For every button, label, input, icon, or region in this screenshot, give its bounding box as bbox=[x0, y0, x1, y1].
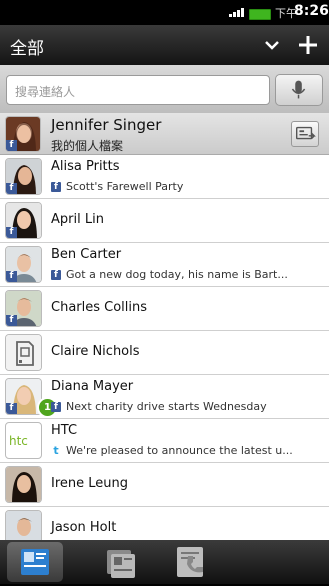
contact-list[interactable]: f Jennifer Singer 我的個人檔案 f Alisa Pritts … bbox=[0, 113, 329, 540]
twitter-icon: t bbox=[53, 443, 59, 457]
contact-row[interactable]: Irene Leung bbox=[0, 463, 329, 507]
search-bar: 搜尋連絡人 bbox=[0, 65, 329, 113]
contact-name: HTC bbox=[51, 423, 78, 438]
contact-name: Ben Carter bbox=[51, 247, 122, 262]
facebook-icon: f bbox=[6, 271, 17, 282]
contact-status: t We're pleased to announce the latest u… bbox=[51, 443, 293, 457]
contact-row[interactable]: Claire Nichols bbox=[0, 331, 329, 375]
status-time: 8:26 bbox=[294, 3, 329, 19]
contact-name: Claire Nichols bbox=[51, 344, 140, 359]
call-history-icon bbox=[177, 547, 203, 577]
htc-logo: htc bbox=[9, 434, 28, 448]
avatar: f bbox=[5, 116, 41, 152]
contact-row[interactable]: Jason Holt bbox=[0, 507, 329, 540]
contact-name: Diana Mayer bbox=[51, 379, 134, 394]
my-profile-subtitle: 我的個人檔案 bbox=[51, 139, 124, 153]
avatar: htc bbox=[5, 422, 42, 459]
facebook-icon: f bbox=[6, 183, 17, 194]
tab-call-history[interactable] bbox=[163, 542, 219, 582]
chevron-down-icon[interactable] bbox=[263, 36, 281, 54]
tab-groups[interactable] bbox=[92, 542, 148, 582]
avatar bbox=[5, 334, 42, 371]
title-bar: 全部 bbox=[0, 25, 329, 65]
people-icon bbox=[21, 549, 49, 575]
facebook-icon: f bbox=[6, 140, 17, 151]
contact-row[interactable]: f Ben Carter f Got a new dog today, his … bbox=[0, 243, 329, 287]
contact-status: f Next charity drive starts Wednesday bbox=[51, 400, 267, 413]
facebook-icon: f bbox=[6, 227, 17, 238]
contact-status-text: Got a new dog today, his name is Bart... bbox=[66, 268, 288, 281]
microphone-icon bbox=[291, 80, 306, 99]
avatar: f bbox=[5, 290, 42, 327]
avatar: f bbox=[5, 202, 42, 239]
page-title: 全部 bbox=[10, 39, 44, 59]
contact-status: f Got a new dog today, his name is Bart.… bbox=[51, 268, 288, 281]
search-input[interactable]: 搜尋連絡人 bbox=[6, 75, 270, 105]
my-profile-name: Jennifer Singer bbox=[51, 116, 162, 134]
avatar: f bbox=[5, 246, 42, 283]
groups-icon bbox=[107, 550, 135, 578]
contact-row[interactable]: f 1 Diana Mayer f Next charity drive sta… bbox=[0, 375, 329, 419]
contact-name: Jason Holt bbox=[51, 520, 117, 535]
status-bar: 下午 8:26 bbox=[0, 0, 329, 25]
facebook-icon: f bbox=[51, 181, 61, 192]
contact-status-text: Scott's Farewell Party bbox=[66, 180, 184, 193]
contact-row[interactable]: htc HTC t We're pleased to announce the … bbox=[0, 419, 329, 463]
avatar: f bbox=[5, 158, 42, 195]
contact-status-text: We're pleased to announce the latest u..… bbox=[66, 444, 293, 457]
contact-name: Alisa Pritts bbox=[51, 159, 120, 174]
contact-status-text: Next charity drive starts Wednesday bbox=[66, 400, 267, 413]
contact-row[interactable]: f April Lin bbox=[0, 199, 329, 243]
contact-status: f Scott's Farewell Party bbox=[51, 180, 183, 193]
contact-name: April Lin bbox=[51, 212, 104, 227]
contact-row[interactable]: f Alisa Pritts f Scott's Farewell Party bbox=[0, 155, 329, 199]
sim-card-icon bbox=[6, 335, 41, 370]
facebook-icon: f bbox=[51, 401, 61, 412]
facebook-icon: f bbox=[6, 403, 17, 414]
tab-people[interactable] bbox=[7, 542, 63, 582]
signal-icon bbox=[229, 8, 244, 17]
send-card-button[interactable] bbox=[291, 121, 319, 147]
facebook-icon: f bbox=[51, 269, 61, 280]
bottom-tab-bar bbox=[0, 540, 329, 584]
facebook-icon: f bbox=[6, 315, 17, 326]
add-contact-icon[interactable] bbox=[297, 34, 319, 56]
avatar bbox=[5, 466, 42, 503]
battery-icon bbox=[249, 9, 271, 20]
voice-search-button[interactable] bbox=[275, 74, 323, 106]
contact-name: Charles Collins bbox=[51, 300, 148, 315]
avatar bbox=[5, 510, 42, 540]
contact-row[interactable]: f Charles Collins bbox=[0, 287, 329, 331]
my-profile-row[interactable]: f Jennifer Singer 我的個人檔案 bbox=[0, 113, 329, 155]
contact-card-icon bbox=[296, 126, 316, 140]
contact-name: Irene Leung bbox=[51, 476, 129, 491]
